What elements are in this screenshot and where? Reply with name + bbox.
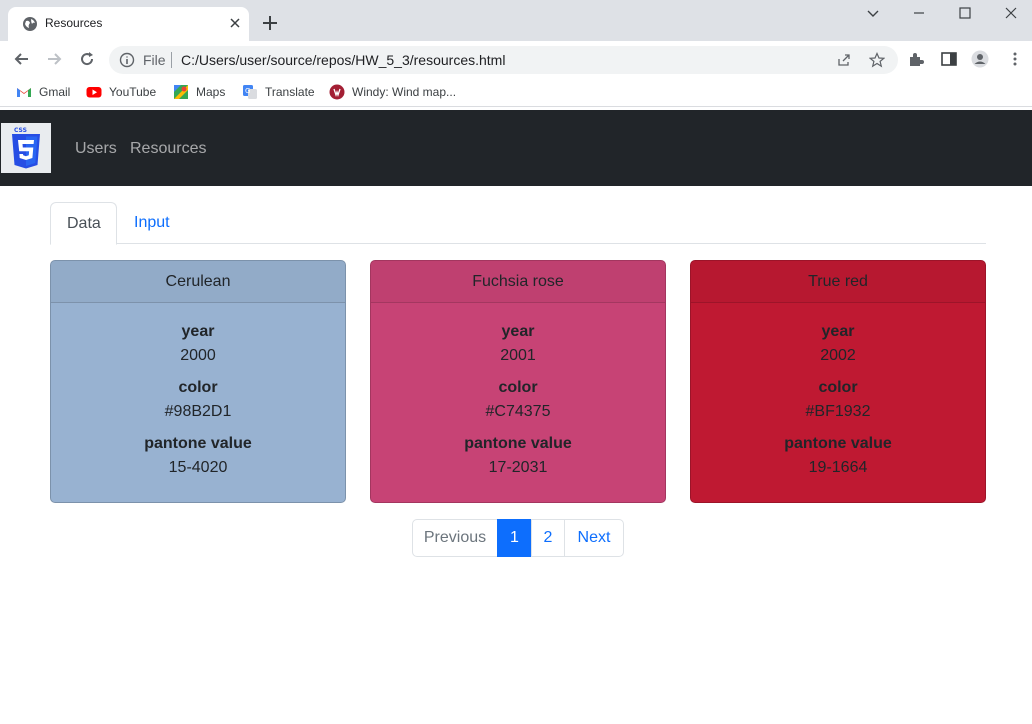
bookmarks-bar: Gmail YouTube Maps G Translate Windy: Wi… xyxy=(0,77,1032,107)
bookmark-label: Windy: Wind map... xyxy=(352,85,457,99)
back-icon[interactable] xyxy=(12,49,32,69)
browser-tabstrip: Resources xyxy=(0,0,1032,41)
color-value: #98B2D1 xyxy=(164,403,232,420)
bookmark-label: Maps xyxy=(196,85,226,99)
color-value: #C74375 xyxy=(485,403,551,420)
info-icon[interactable] xyxy=(119,52,135,68)
year-value: 2001 xyxy=(500,347,536,364)
gmail-icon xyxy=(17,88,31,97)
card-body: year 2001 color #C74375 pantone value 17… xyxy=(371,303,665,480)
address-bar[interactable]: File C:/Users/user/source/repos/HW_5_3/r… xyxy=(109,46,898,74)
pantone-value: 15-4020 xyxy=(168,459,228,476)
pagination-next[interactable]: Next xyxy=(564,519,624,557)
url-divider xyxy=(171,52,172,68)
year-value: 2002 xyxy=(820,347,856,364)
extensions-icon[interactable] xyxy=(907,50,925,68)
bookmark-gmail[interactable]: Gmail xyxy=(16,83,70,101)
translate-icon: G xyxy=(243,85,257,99)
bookmark-label: Gmail xyxy=(39,85,71,99)
pantone-value: 19-1664 xyxy=(808,459,868,476)
pantone-label: pantone value xyxy=(144,435,252,452)
profile-avatar-icon[interactable] xyxy=(971,50,989,68)
windy-icon xyxy=(329,84,345,100)
card-body: year 2002 color #BF1932 pantone value 19… xyxy=(691,303,985,480)
pantone-label: pantone value xyxy=(464,435,572,452)
brand-logo[interactable]: CSS xyxy=(1,123,51,173)
minimize-icon[interactable] xyxy=(910,4,928,22)
close-icon[interactable] xyxy=(227,15,243,31)
file-scheme-label: File xyxy=(143,52,166,68)
svg-text:G: G xyxy=(245,87,250,95)
svg-text:CSS: CSS xyxy=(14,127,27,134)
nav-link-resources[interactable]: Resources xyxy=(130,140,206,158)
bookmark-translate[interactable]: G Translate xyxy=(242,83,315,101)
year-label: year xyxy=(501,323,535,340)
color-label: color xyxy=(818,379,858,396)
url-text[interactable]: C:/Users/user/source/repos/HW_5_3/resour… xyxy=(181,52,505,68)
bookmark-youtube[interactable]: YouTube xyxy=(86,83,156,101)
card-title: True red xyxy=(691,261,985,303)
bookmark-label: YouTube xyxy=(109,85,157,99)
tab-input[interactable]: Input xyxy=(118,202,186,244)
bookmark-label: Translate xyxy=(265,85,315,99)
color-value: #BF1932 xyxy=(805,403,871,420)
tab-title: Resources xyxy=(45,16,103,30)
window-close-icon[interactable] xyxy=(1002,4,1020,22)
chevron-down-icon[interactable] xyxy=(864,4,882,22)
menu-dots-icon[interactable] xyxy=(1006,50,1024,68)
pagination-page-1[interactable]: 1 xyxy=(497,519,532,557)
color-label: color xyxy=(498,379,538,396)
site-navbar: CSS Users Resources xyxy=(0,110,1032,186)
side-panel-icon[interactable] xyxy=(940,50,958,68)
globe-icon xyxy=(23,17,37,31)
share-icon[interactable] xyxy=(836,52,852,68)
year-value: 2000 xyxy=(180,347,216,364)
content-tabs: Data Input xyxy=(50,202,986,245)
year-label: year xyxy=(181,323,215,340)
resource-card: True red year 2002 color #BF1932 pantone… xyxy=(690,260,986,503)
tab-data[interactable]: Data xyxy=(50,202,117,245)
color-label: color xyxy=(178,379,218,396)
bookmark-maps[interactable]: Maps xyxy=(173,83,225,101)
nav-link-users[interactable]: Users xyxy=(75,140,117,158)
pantone-value: 17-2031 xyxy=(488,459,548,476)
pagination: Previous 1 2 Next xyxy=(412,519,624,557)
maps-icon xyxy=(174,85,188,99)
bookmark-windy[interactable]: Windy: Wind map... xyxy=(329,83,456,101)
card-title: Cerulean xyxy=(51,261,345,303)
maximize-icon[interactable] xyxy=(956,4,974,22)
youtube-icon xyxy=(86,87,102,98)
browser-toolbar: File C:/Users/user/source/repos/HW_5_3/r… xyxy=(0,41,1032,77)
year-label: year xyxy=(821,323,855,340)
resource-card: Fuchsia rose year 2001 color #C74375 pan… xyxy=(370,260,666,503)
reload-icon[interactable] xyxy=(77,49,97,69)
card-title: Fuchsia rose xyxy=(371,261,665,303)
pantone-label: pantone value xyxy=(784,435,892,452)
star-icon[interactable] xyxy=(869,52,885,68)
resource-card: Cerulean year 2000 color #98B2D1 pantone… xyxy=(50,260,346,503)
browser-tab[interactable]: Resources xyxy=(8,7,249,41)
pagination-page-2[interactable]: 2 xyxy=(531,519,565,557)
forward-icon[interactable] xyxy=(44,49,64,69)
new-tab-icon[interactable] xyxy=(261,14,279,32)
css3-logo-icon: CSS xyxy=(12,127,40,169)
pagination-previous[interactable]: Previous xyxy=(412,519,498,557)
card-body: year 2000 color #98B2D1 pantone value 15… xyxy=(51,303,345,480)
